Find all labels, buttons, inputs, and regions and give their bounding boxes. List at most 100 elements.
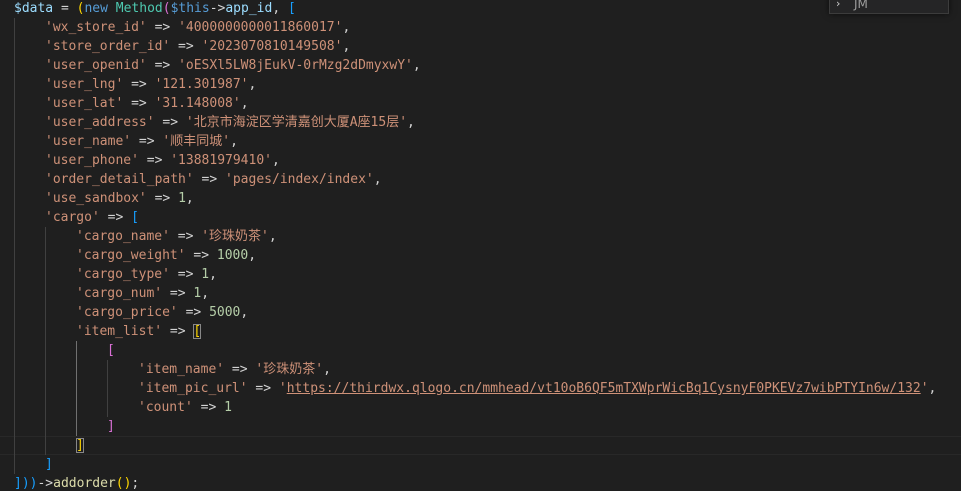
final-close: ])) [14, 476, 38, 491]
key-user-openid: 'user_openid' [45, 58, 147, 73]
fat-arrow: => [138, 153, 171, 168]
key-count: 'count' [138, 400, 193, 415]
fat-arrow: => [169, 229, 202, 244]
key-order-detail-path: 'order_detail_path' [45, 172, 194, 187]
fat-arrow: => [193, 172, 226, 187]
fat-arrow: => [123, 96, 155, 111]
code-line-17: 'cargo_price' => 5000, [0, 303, 961, 322]
find-input[interactable]: JM [854, 0, 868, 11]
fat-arrow: => [247, 381, 279, 396]
key-item-name: 'item_name' [138, 362, 225, 377]
value-user-lat: '31.148008' [154, 96, 241, 111]
assign-operator: = [53, 1, 77, 16]
fat-arrow: => [146, 191, 179, 206]
fat-arrow: => [170, 39, 202, 54]
code-line-16: 'cargo_num' => 1, [0, 284, 961, 303]
value-user-address: '北京市海淀区学清嘉创大厦A座15层' [185, 115, 408, 130]
fat-arrow: => [146, 58, 179, 73]
value-cargo-price: 5000 [209, 305, 241, 320]
chevron-right-icon[interactable]: › [836, 0, 840, 10]
key-cargo: 'cargo' [45, 210, 100, 225]
value-store-order-id: '2023070810149508' [201, 39, 343, 54]
code-line-10: 'order_detail_path' => 'pages/index/inde… [0, 170, 961, 189]
class-method: Method [115, 1, 163, 16]
fat-arrow: => [131, 134, 163, 149]
value-order-detail-path: 'pages/index/index' [225, 172, 374, 187]
item-open-bracket: [ [107, 343, 115, 358]
quote-open: ' [278, 381, 287, 396]
fat-arrow: => [192, 400, 225, 415]
value-cargo-type: 1 [201, 267, 210, 282]
code-line-19: [ [0, 341, 961, 360]
key-user-name: 'user_name' [45, 134, 132, 149]
key-store-order-id: 'store_order_id' [45, 39, 171, 54]
value-cargo-weight: 1000 [216, 248, 249, 263]
fat-arrow: => [154, 115, 186, 130]
value-use-sandbox: 1 [178, 191, 186, 206]
code-line-24: ] [0, 436, 961, 455]
key-user-phone: 'user_phone' [45, 153, 139, 168]
code-line-20: 'item_name' => '珍珠奶茶', [0, 360, 961, 379]
value-count: 1 [224, 400, 232, 415]
call-parens: () [115, 476, 132, 491]
code-line-12: 'cargo' => [ [0, 208, 961, 227]
item-close-bracket: ] [107, 419, 115, 434]
key-wx-store-id: 'wx_store_id' [45, 20, 147, 35]
code-line-11: 'use_sandbox' => 1, [0, 189, 961, 208]
code-line-8: 'user_name' => '顺丰同城', [0, 132, 961, 151]
semicolon: ; [131, 476, 140, 491]
value-user-openid: 'oESXl5LW8jEukV-0rMzg2dDmyxwY' [178, 58, 413, 73]
value-user-lng: '121.301987' [154, 77, 249, 92]
key-item-list: 'item_list' [76, 324, 163, 339]
code-line-1: $data = (new Method($this->app_id, [ [14, 1, 296, 16]
cargo-close-bracket: ] [45, 457, 53, 472]
cargo-open-bracket: [ [131, 210, 139, 225]
code-line-14: 'cargo_weight' => 1000, [0, 246, 961, 265]
fat-arrow: => [224, 362, 256, 377]
code-line-13: 'cargo_name' => '珍珠奶茶', [0, 227, 961, 246]
quote-close: ' [920, 381, 929, 396]
key-user-lng: 'user_lng' [45, 77, 124, 92]
fat-arrow: => [146, 20, 179, 35]
value-user-name: '顺丰同城' [162, 134, 231, 149]
item-list-close-bracket: ] [76, 438, 84, 453]
code-editor[interactable]: $data = (new Method($this->app_id, [ 'wx… [0, 0, 961, 491]
code-line-6: 'user_lat' => '31.148008', [0, 94, 961, 113]
code-line-22: 'count' => 1 [0, 398, 961, 417]
keyword-new: new [84, 1, 108, 16]
code-line-25: ] [0, 455, 961, 474]
fat-arrow: => [162, 286, 194, 301]
key-item-pic-url: 'item_pic_url' [138, 381, 248, 396]
key-cargo-type: 'cargo_type' [76, 267, 170, 282]
key-use-sandbox: 'use_sandbox' [45, 191, 147, 206]
key-cargo-num: 'cargo_num' [76, 286, 163, 301]
value-cargo-name: '珍珠奶茶' [201, 229, 269, 244]
open-bracket: [ [287, 1, 296, 16]
fat-arrow: => [123, 77, 155, 92]
code-line-4: 'user_openid' => 'oESXl5LW8jEukV-0rMzg2d… [0, 56, 961, 75]
comma: , [272, 1, 288, 16]
fat-arrow: => [99, 210, 132, 225]
value-user-phone: '13881979410' [170, 153, 272, 168]
key-cargo-name: 'cargo_name' [76, 229, 170, 244]
item-pic-url-link[interactable]: https://thirdwx.qlogo.cn/mmhead/vt10oB6Q… [287, 381, 921, 396]
code-line-18: 'item_list' => [ [0, 322, 961, 341]
key-user-address: 'user_address' [45, 115, 155, 130]
code-line-7: 'user_address' => '北京市海淀区学清嘉创大厦A座15层', [0, 113, 961, 132]
arrow-operator: -> [37, 476, 54, 491]
code-line-23: ] [0, 417, 961, 436]
value-wx-store-id: '4000000000011860017' [178, 20, 343, 35]
fat-arrow: => [162, 324, 194, 339]
key-cargo-price: 'cargo_price' [76, 305, 178, 320]
value-item-name: '珍珠奶茶' [255, 362, 324, 377]
code-line-21: 'item_pic_url' => 'https://thirdwx.qlogo… [0, 379, 961, 398]
arrow-operator: -> [209, 1, 226, 16]
code-line-3: 'store_order_id' => '2023070810149508', [0, 37, 961, 56]
code-line-5: 'user_lng' => '121.301987', [0, 75, 961, 94]
code-line-2: 'wx_store_id' => '4000000000011860017', [0, 18, 961, 37]
method-addorder: addorder [53, 476, 116, 491]
key-cargo-weight: 'cargo_weight' [76, 248, 186, 263]
fat-arrow: => [177, 305, 210, 320]
find-widget[interactable]: › JM [829, 0, 949, 14]
this-keyword: $this [170, 1, 210, 16]
